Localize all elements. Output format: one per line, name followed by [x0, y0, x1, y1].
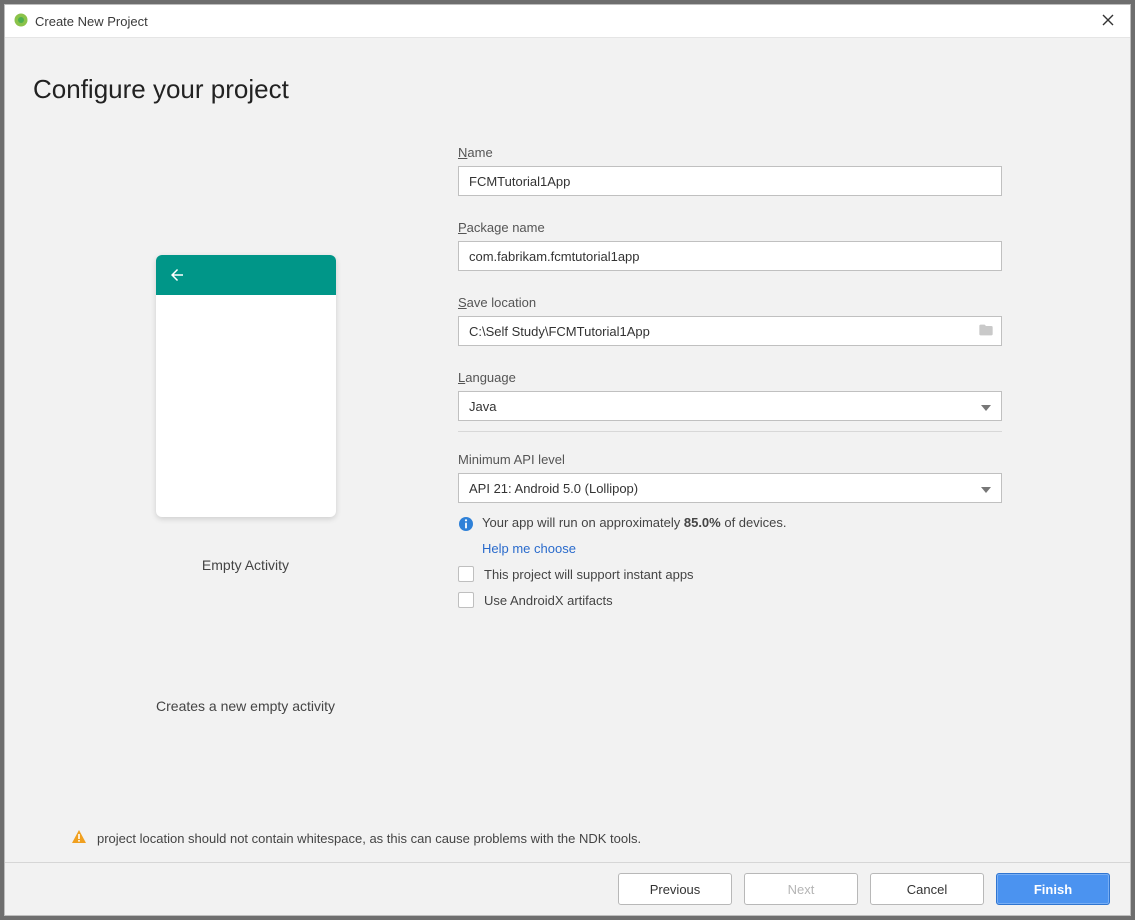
form-pane: Name Package name Save location — [458, 145, 1102, 814]
package-label: Package name — [458, 220, 1002, 235]
help-me-choose-link[interactable]: Help me choose — [482, 541, 576, 556]
api-info-row: Your app will run on approximately 85.0%… — [458, 515, 1002, 535]
window-title: Create New Project — [35, 14, 148, 29]
browse-folder-button[interactable] — [970, 316, 1002, 346]
min-api-select[interactable]: API 21: Android 5.0 (Lollipop) — [458, 473, 1002, 503]
previous-button[interactable]: Previous — [618, 873, 732, 905]
preview-description: Creates a new empty activity — [156, 698, 335, 714]
preview-caption: Empty Activity — [202, 557, 289, 573]
api-info-text: Your app will run on approximately 85.0%… — [482, 515, 787, 530]
package-input[interactable] — [458, 241, 1002, 271]
warning-icon — [71, 829, 87, 848]
finish-button[interactable]: Finish — [996, 873, 1110, 905]
androidx-label: Use AndroidX artifacts — [484, 593, 613, 608]
content-area: Configure your project Empty Activity Cr… — [5, 38, 1130, 862]
android-studio-icon — [13, 12, 29, 31]
phone-preview — [156, 255, 336, 517]
dialog-window: Create New Project Configure your projec… — [4, 4, 1131, 916]
language-select[interactable]: Java — [458, 391, 1002, 421]
chevron-down-icon — [981, 481, 991, 496]
androidx-checkbox[interactable] — [458, 592, 474, 608]
next-button: Next — [744, 873, 858, 905]
save-location-input[interactable] — [458, 316, 970, 346]
instant-apps-checkbox[interactable] — [458, 566, 474, 582]
save-location-label: Save location — [458, 295, 1002, 310]
name-label: Name — [458, 145, 1002, 160]
name-input[interactable] — [458, 166, 1002, 196]
min-api-value: API 21: Android 5.0 (Lollipop) — [469, 481, 638, 496]
language-label: Language — [458, 370, 1002, 385]
instant-apps-label: This project will support instant apps — [484, 567, 694, 582]
arrow-left-icon — [168, 266, 186, 284]
language-value: Java — [469, 399, 496, 414]
warning-text: project location should not contain whit… — [97, 831, 641, 846]
info-icon — [458, 516, 474, 535]
chevron-down-icon — [981, 399, 991, 414]
close-icon[interactable] — [1094, 9, 1122, 34]
cancel-button[interactable]: Cancel — [870, 873, 984, 905]
folder-open-icon — [978, 322, 994, 341]
separator — [458, 431, 1002, 432]
footer-button-bar: Previous Next Cancel Finish — [5, 862, 1130, 915]
preview-pane: Empty Activity Creates a new empty activ… — [33, 145, 458, 814]
titlebar: Create New Project — [5, 5, 1130, 38]
phone-actionbar — [156, 255, 336, 295]
page-title: Configure your project — [33, 74, 1102, 105]
warning-row: project location should not contain whit… — [33, 814, 1102, 862]
min-api-label: Minimum API level — [458, 452, 1002, 467]
